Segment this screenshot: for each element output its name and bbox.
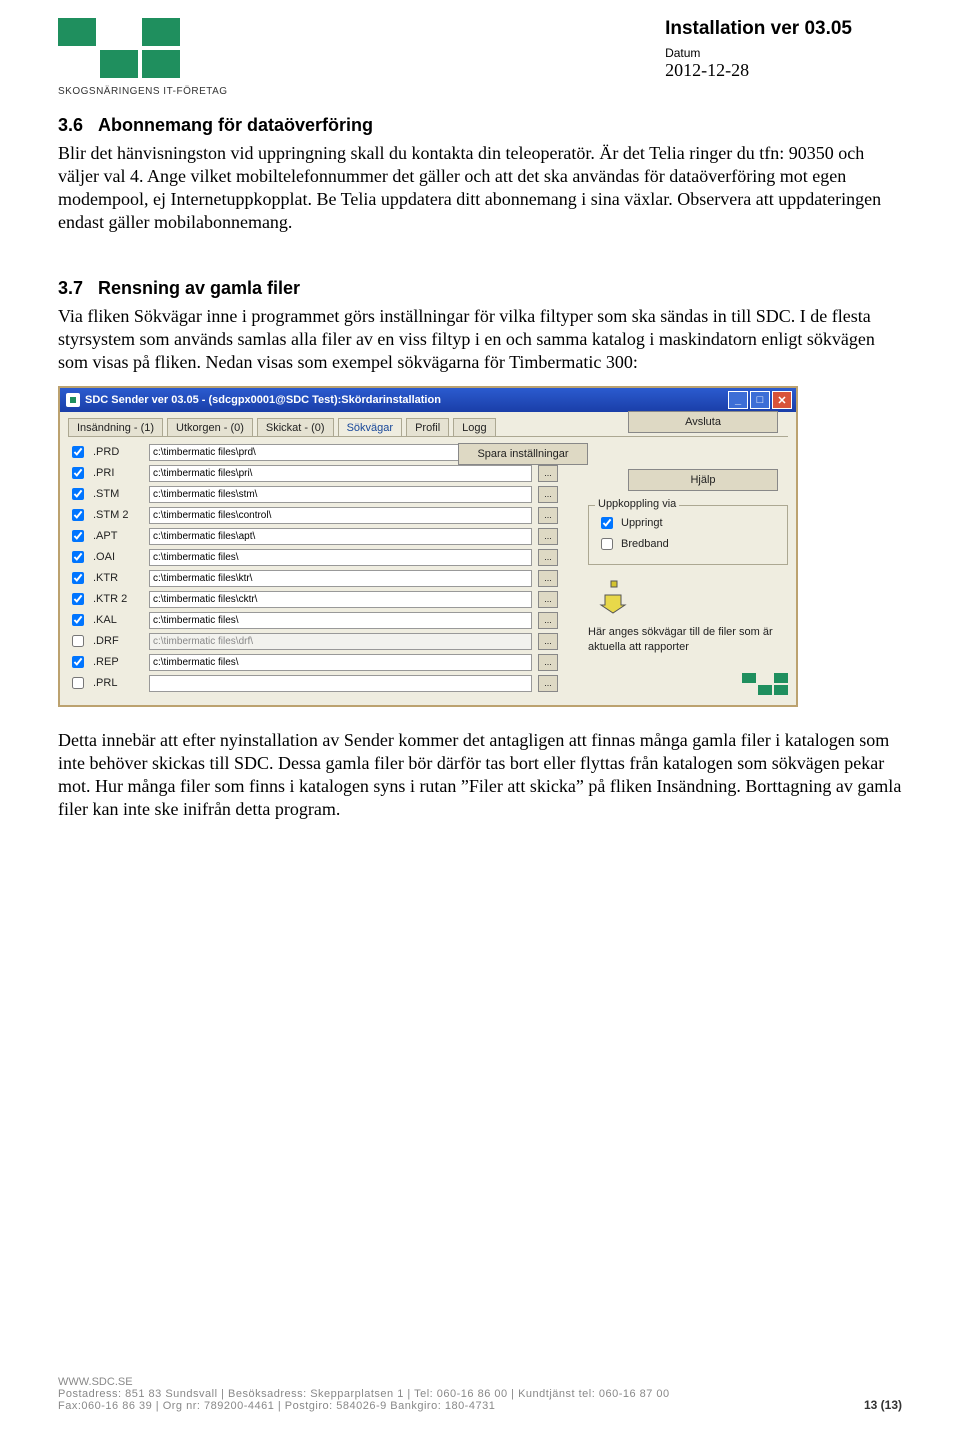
ext-label: .STM 2 <box>93 509 143 521</box>
ext-label: .STM <box>93 488 143 500</box>
footer-line-2: Fax:060-16 86 39 | Org nr: 789200-4461 |… <box>58 1400 902 1412</box>
file-row: .STM... <box>68 485 558 503</box>
ext-checkbox[interactable] <box>72 677 84 689</box>
browse-button[interactable]: ... <box>538 654 558 671</box>
maximize-button[interactable]: □ <box>750 391 770 409</box>
ext-checkbox[interactable] <box>72 509 84 521</box>
ext-checkbox[interactable] <box>72 572 84 584</box>
hint-text: Här anges sökvägar till de filer som är … <box>588 625 788 654</box>
save-settings-button[interactable]: Spara inställningar <box>458 443 588 465</box>
ext-label: .PRD <box>93 446 143 458</box>
tab-5[interactable]: Logg <box>453 418 495 436</box>
bredband-checkbox[interactable] <box>601 538 613 550</box>
footer-line-1: Postadress: 851 83 Sundsvall | Besöksadr… <box>58 1388 902 1400</box>
connection-group-label: Uppkoppling via <box>595 498 679 510</box>
ext-checkbox[interactable] <box>72 446 84 458</box>
browse-button[interactable]: ... <box>538 507 558 524</box>
sdc-mini-logo <box>742 673 788 695</box>
ext-checkbox[interactable] <box>72 551 84 563</box>
browse-button[interactable]: ... <box>538 633 558 650</box>
file-row: .KAL... <box>68 611 558 629</box>
ext-checkbox[interactable] <box>72 467 84 479</box>
path-input[interactable] <box>149 633 532 650</box>
tab-0[interactable]: Insändning - (1) <box>68 418 163 436</box>
ext-label: .PRL <box>93 677 143 689</box>
path-input[interactable] <box>149 570 532 587</box>
file-row: .OAI... <box>68 548 558 566</box>
ext-label: .APT <box>93 530 143 542</box>
arrow-icon <box>588 575 638 615</box>
close-button[interactable]: ✕ <box>772 391 792 409</box>
path-input[interactable] <box>149 465 532 482</box>
titlebar-text: SDC Sender ver 03.05 - (sdcgpx0001@SDC T… <box>85 394 441 406</box>
path-input[interactable] <box>149 675 532 692</box>
path-input[interactable] <box>149 612 532 629</box>
path-input[interactable] <box>149 528 532 545</box>
ext-checkbox[interactable] <box>72 656 84 668</box>
connection-group: Uppkoppling via Uppringt Bredband <box>588 505 788 565</box>
browse-button[interactable]: ... <box>538 528 558 545</box>
section-36-heading: 3.6Abonnemang för dataöverföring <box>58 115 902 136</box>
ext-checkbox[interactable] <box>72 614 84 626</box>
browse-button[interactable]: ... <box>538 612 558 629</box>
titlebar[interactable]: SDC Sender ver 03.05 - (sdcgpx0001@SDC T… <box>60 388 796 412</box>
path-input[interactable] <box>149 654 532 671</box>
page-number: 13 (13) <box>864 1398 902 1412</box>
date-value: 2012-12-28 <box>665 60 852 81</box>
ext-label: .DRF <box>93 635 143 647</box>
path-input[interactable] <box>149 507 532 524</box>
browse-button[interactable]: ... <box>538 465 558 482</box>
quit-button[interactable]: Avsluta <box>628 411 778 433</box>
section-37-heading: 3.7Rensning av gamla filer <box>58 278 902 299</box>
section-37-body-2: Detta innebär att efter nyinstallation a… <box>58 729 902 821</box>
ext-checkbox[interactable] <box>72 530 84 542</box>
uppringt-checkbox[interactable] <box>601 517 613 529</box>
ext-label: .KAL <box>93 614 143 626</box>
ext-checkbox[interactable] <box>72 488 84 500</box>
ext-label: .REP <box>93 656 143 668</box>
browse-button[interactable]: ... <box>538 486 558 503</box>
file-row: .PRI... <box>68 464 558 482</box>
file-row: .KTR 2... <box>68 590 558 608</box>
file-row: .KTR... <box>68 569 558 587</box>
path-input[interactable] <box>149 549 532 566</box>
browse-button[interactable]: ... <box>538 591 558 608</box>
app-icon <box>66 393 80 407</box>
date-label: Datum <box>665 46 852 60</box>
ext-label: .KTR 2 <box>93 593 143 605</box>
section-37-body-1: Via fliken Sökvägar inne i programmet gö… <box>58 305 902 374</box>
ext-checkbox[interactable] <box>72 593 84 605</box>
tab-2[interactable]: Skickat - (0) <box>257 418 334 436</box>
footer-url: WWW.SDC.SE <box>58 1376 902 1388</box>
browse-button[interactable]: ... <box>538 549 558 566</box>
ext-label: .KTR <box>93 572 143 584</box>
logo-subtitle: SKOGSNÄRINGENS IT-FÖRETAG <box>58 86 228 97</box>
file-row: .REP... <box>68 653 558 671</box>
footer: WWW.SDC.SE Postadress: 851 83 Sundsvall … <box>58 1376 902 1412</box>
ext-label: .PRI <box>93 467 143 479</box>
logo: SKOGSNÄRINGENS IT-FÖRETAG <box>58 18 228 97</box>
doc-title: Installation ver 03.05 <box>665 18 852 40</box>
file-row: .DRF... <box>68 632 558 650</box>
ext-label: .OAI <box>93 551 143 563</box>
tab-1[interactable]: Utkorgen - (0) <box>167 418 253 436</box>
browse-button[interactable]: ... <box>538 570 558 587</box>
tab-4[interactable]: Profil <box>406 418 449 436</box>
file-row: .PRL... <box>68 674 558 692</box>
path-input[interactable] <box>149 591 532 608</box>
file-row: .STM 2... <box>68 506 558 524</box>
path-input[interactable] <box>149 486 532 503</box>
help-button[interactable]: Hjälp <box>628 469 778 491</box>
minimize-button[interactable]: _ <box>728 391 748 409</box>
tab-3[interactable]: Sökvägar <box>338 418 402 436</box>
section-36-body: Blir det hänvisningston vid uppringning … <box>58 142 902 234</box>
browse-button[interactable]: ... <box>538 675 558 692</box>
app-window: SDC Sender ver 03.05 - (sdcgpx0001@SDC T… <box>58 386 798 707</box>
ext-checkbox[interactable] <box>72 635 84 647</box>
file-row: .APT... <box>68 527 558 545</box>
